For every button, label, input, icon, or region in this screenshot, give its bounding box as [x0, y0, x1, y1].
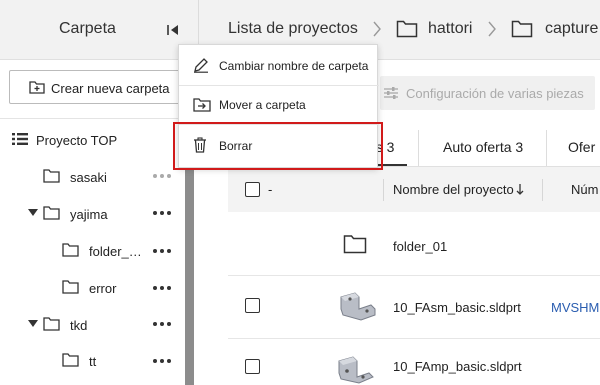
more-options-icon[interactable] [152, 210, 172, 216]
move-folder-icon [193, 98, 211, 112]
folder-icon [396, 20, 418, 38]
select-all-checkbox[interactable] [245, 182, 260, 197]
list-icon [12, 133, 28, 145]
table-row[interactable]: folder_01 [228, 212, 600, 276]
tree-item-label: folder_… [89, 244, 142, 259]
row-checkbox[interactable] [245, 298, 260, 313]
column-separator [542, 179, 543, 201]
new-folder-icon [29, 81, 45, 94]
project-number-link[interactable]: MVSHM [551, 300, 599, 315]
part-thumbnail-icon [340, 292, 376, 321]
more-options-icon[interactable] [152, 285, 172, 291]
table-header: - Nombre del proyecto Núm [228, 167, 600, 212]
column-separator [383, 179, 384, 201]
breadcrumb-hattori[interactable]: hattori [428, 20, 472, 38]
column-header-select: - [268, 182, 273, 197]
breadcrumb-capture[interactable]: capture [545, 20, 598, 38]
tab-oferta[interactable]: Ofer [568, 139, 595, 155]
create-folder-button[interactable]: Crear nueva carpeta [9, 70, 181, 104]
tab-divider [418, 130, 419, 166]
folder-icon [343, 235, 367, 254]
more-options-icon[interactable] [152, 248, 172, 254]
part-thumbnail-icon [338, 356, 374, 384]
breadcrumb-chevron-icon [488, 21, 496, 37]
caret-down-icon[interactable] [28, 320, 38, 328]
breadcrumb-chevron-icon [373, 21, 381, 37]
sidebar-divider [0, 118, 198, 119]
multi-part-config-button[interactable]: Configuración de varias piezas [380, 76, 595, 110]
column-header-number[interactable]: Núm [571, 182, 598, 197]
project-name-cell[interactable]: folder_01 [393, 239, 447, 254]
folder-icon [511, 20, 533, 38]
tree-item-label: tkd [70, 318, 88, 333]
create-folder-label: Crear nueva carpeta [51, 81, 170, 96]
menu-item-label: Cambiar nombre de carpeta [219, 59, 369, 73]
project-name-cell[interactable]: 10_FAmp_basic.sldprt [393, 359, 522, 374]
tree-root-label: Proyecto TOP [36, 133, 118, 148]
row-checkbox[interactable] [245, 359, 260, 374]
sidebar-scrollbar[interactable] [185, 160, 194, 385]
folder-panel-title: Carpeta [59, 20, 116, 37]
tree-item-label: sasaki [70, 170, 107, 185]
delete-highlight-box [173, 122, 383, 170]
folder-icon [62, 243, 79, 257]
column-header-project-name[interactable]: Nombre del proyecto [393, 182, 514, 197]
menu-item-move-to-folder[interactable]: Mover a carpeta [179, 86, 379, 124]
more-options-icon[interactable] [152, 321, 172, 327]
more-options-icon[interactable] [152, 358, 172, 364]
tree-item-label: yajima [70, 207, 108, 222]
folder-icon [43, 317, 60, 331]
folder-icon [43, 206, 60, 220]
more-options-icon[interactable] [152, 173, 172, 179]
tree-item-label: error [89, 281, 117, 296]
caret-down-icon[interactable] [28, 209, 38, 217]
menu-item-label: Mover a carpeta [219, 98, 306, 112]
pencil-icon [194, 58, 208, 73]
sort-arrow-icon[interactable] [516, 183, 524, 195]
folder-icon [43, 169, 60, 183]
table-row[interactable]: 10_FAsm_basic.sldprt MVSHM [228, 276, 600, 339]
menu-item-rename-folder[interactable]: Cambiar nombre de carpeta [179, 47, 379, 85]
sliders-icon [384, 87, 398, 99]
folder-icon [62, 353, 79, 367]
table-row[interactable]: 10_FAmp_basic.sldprt [228, 339, 600, 385]
tree-root-project-top[interactable]: Proyecto TOP [12, 129, 182, 151]
multi-part-config-label: Configuración de varias piezas [406, 86, 584, 101]
tree-item-label: tt [89, 354, 97, 369]
tab-divider [546, 130, 547, 166]
breadcrumb-project-list[interactable]: Lista de proyectos [228, 20, 358, 38]
folder-icon [62, 280, 79, 294]
project-name-cell[interactable]: 10_FAsm_basic.sldprt [393, 300, 521, 315]
tab-auto-oferta[interactable]: Auto oferta 3 [443, 139, 523, 155]
collapse-sidebar-icon[interactable] [165, 22, 181, 38]
app-window: Carpeta Lista de proyectos hattori captu… [0, 0, 600, 385]
